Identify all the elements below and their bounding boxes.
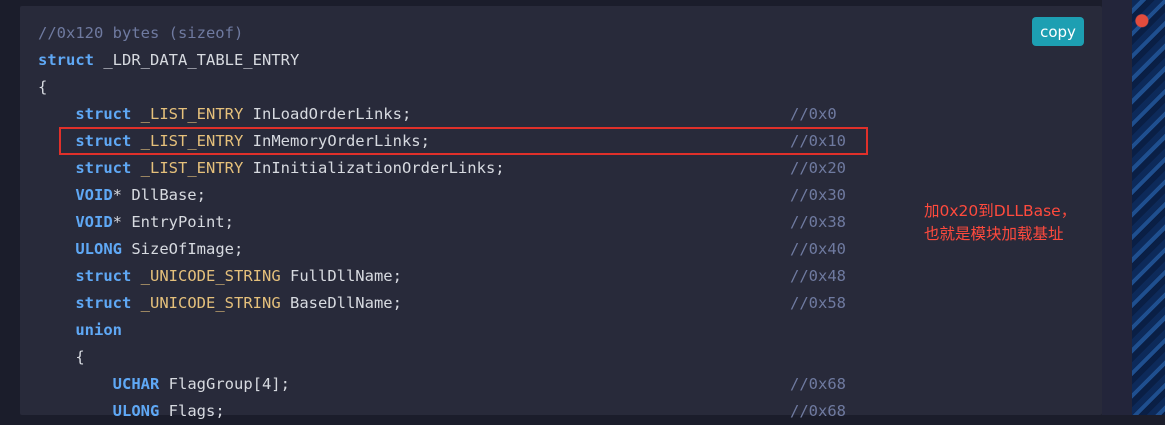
code-line: struct _LIST_ENTRY InLoadOrderLinks; — [38, 101, 411, 128]
offset-comment: //0x30 — [790, 186, 846, 204]
code-line: //0x120 bytes (sizeof) — [38, 20, 243, 47]
code-line: VOID* EntryPoint; — [38, 209, 234, 236]
code-token: _UNICODE_STRING — [140, 294, 281, 312]
code-line: struct _LDR_DATA_TABLE_ENTRY — [38, 47, 299, 74]
code-line: VOID* DllBase; — [38, 182, 206, 209]
offset-comment: //0x20 — [790, 159, 846, 177]
offset-comment: //0x68 — [790, 375, 846, 393]
offset-comment: //0x0 — [790, 105, 837, 123]
code-token: _LIST_ENTRY — [140, 105, 244, 123]
code-token: { — [75, 348, 85, 366]
code-token: FullDllName; — [280, 267, 402, 285]
code-token: struct — [75, 294, 132, 312]
code-token: struct — [75, 105, 132, 123]
annotation-line-1: 加0x20到DLLBase， — [924, 202, 1077, 220]
code-line: ULONG SizeOfImage; — [38, 236, 243, 263]
code-token: _LDR_DATA_TABLE_ENTRY — [94, 51, 300, 69]
code-token: _UNICODE_STRING — [140, 267, 281, 285]
code-line: ULONG Flags; — [38, 398, 225, 425]
code-token: ULONG — [112, 402, 160, 420]
code-token: FlagGroup[4]; — [159, 375, 290, 393]
code-token: UCHAR — [112, 375, 160, 393]
code-token: Flags; — [159, 402, 225, 420]
code-token: union — [75, 321, 122, 339]
background-decoration — [1132, 0, 1165, 415]
code-token: InLoadOrderLinks; — [243, 105, 412, 123]
code-token: VOID — [75, 213, 113, 231]
page-margin-left — [0, 0, 20, 415]
offset-comment: //0x40 — [790, 240, 846, 258]
code-token: _LIST_ENTRY — [140, 159, 244, 177]
code-token: * DllBase; — [112, 186, 206, 204]
code-token: struct — [75, 159, 132, 177]
code-token: struct — [38, 51, 94, 69]
code-token: struct — [75, 267, 132, 285]
code-line: { — [38, 74, 47, 101]
code-line: union — [38, 317, 122, 344]
code-token: * EntryPoint; — [112, 213, 234, 231]
code-token: { — [38, 78, 48, 96]
copy-button[interactable]: copy — [1032, 17, 1084, 46]
code-line: { — [38, 344, 85, 371]
code-token: //0x120 bytes (sizeof) — [38, 24, 244, 42]
code-token: ULONG — [75, 240, 122, 258]
code-line: struct _LIST_ENTRY InInitializationOrder… — [38, 155, 505, 182]
offset-comment: //0x48 — [790, 267, 846, 285]
offset-comment: //0x58 — [790, 294, 846, 312]
code-token: SizeOfImage; — [122, 240, 244, 258]
code-line: struct _UNICODE_STRING BaseDllName; — [38, 290, 402, 317]
code-token: BaseDllName; — [280, 294, 402, 312]
annotation-line-2: 也就是模块加载基址 — [924, 225, 1064, 243]
highlight-box — [59, 127, 868, 155]
offset-comment: //0x68 — [790, 402, 846, 420]
code-line: UCHAR FlagGroup[4]; — [38, 371, 290, 398]
annotation-note: 加0x20到DLLBase， 也就是模块加载基址 — [924, 200, 1114, 246]
offset-comment: //0x38 — [790, 213, 846, 231]
code-token: VOID — [75, 186, 113, 204]
code-line: struct _UNICODE_STRING FullDllName; — [38, 263, 402, 290]
code-token: InInitializationOrderLinks; — [243, 159, 505, 177]
